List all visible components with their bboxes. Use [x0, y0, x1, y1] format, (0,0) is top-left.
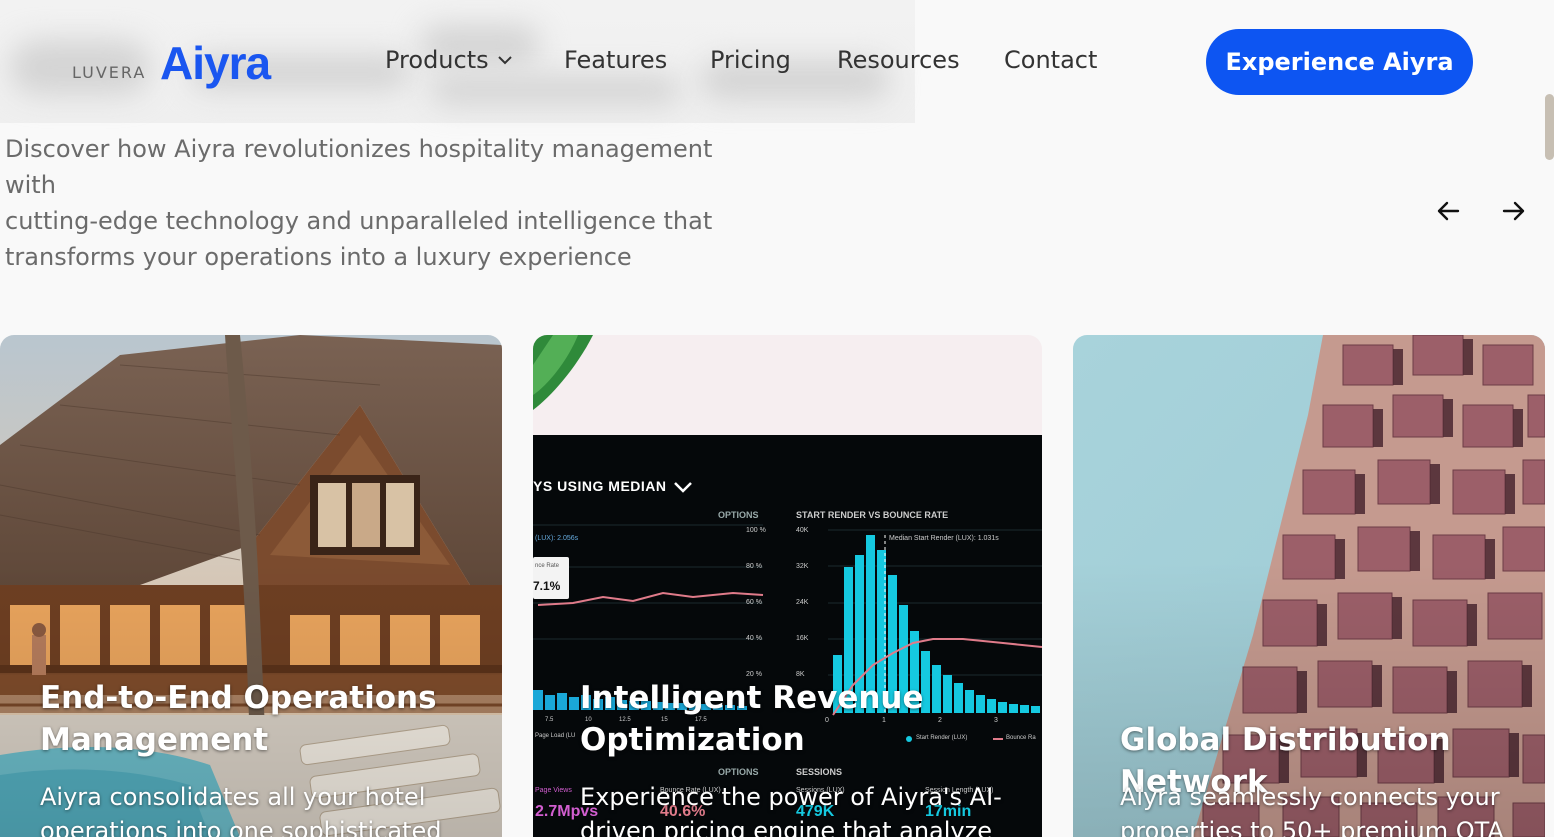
dashboard-options-2: OPTIONS: [718, 767, 759, 777]
carousel-next-button[interactable]: [1498, 195, 1530, 227]
scrollbar-thumb[interactable]: [1545, 94, 1554, 160]
dashboard-percent-tick: 100 %: [746, 527, 766, 534]
intro-line: cutting-edge technology and unparalleled…: [5, 207, 713, 235]
dashboard-median-label: Median Start Render (LUX): 1.031s: [889, 535, 999, 542]
dashboard-illustration: [533, 335, 1042, 837]
nav-features[interactable]: Features: [564, 46, 667, 74]
nav-pricing-label: Pricing: [710, 46, 791, 74]
nav-contact-label: Contact: [1004, 46, 1098, 74]
dashboard-percent-tick: 40 %: [746, 635, 762, 642]
card-text-line: Experience the power of Aiyra's AI-: [580, 783, 1002, 811]
feature-card-distribution[interactable]: Global Distribution Network Aiyra seamle…: [1073, 335, 1545, 837]
dashboard-legend-bounce: Bounce Ra: [1006, 735, 1036, 741]
dashboard-options: OPTIONS: [718, 510, 759, 520]
arrow-left-icon: [1437, 201, 1460, 221]
nav-resources-label: Resources: [837, 46, 960, 74]
nav-features-label: Features: [564, 46, 668, 74]
card-title-line: Optimization: [580, 722, 805, 758]
card-text-line: driven pricing engine that analyze: [580, 817, 992, 837]
dashboard-bounce-box-label: nce Rate: [535, 563, 560, 569]
card-description: Aiyra consolidates all your hotel operat…: [40, 780, 441, 837]
card-title-line: End-to-End Operations: [40, 680, 437, 716]
card-description: Aiyra seamlessly connects your propertie…: [1120, 780, 1504, 837]
dashboard-k-tick: 16K: [796, 635, 809, 642]
nav-products-label: Products: [385, 46, 489, 74]
card-overlay: [0, 335, 502, 837]
card-text-line: properties to 50+ premium OTA: [1120, 817, 1504, 837]
card-title: Intelligent Revenue Optimization: [580, 677, 924, 761]
dashboard-page-load-label: Page Load (LU: [535, 733, 576, 739]
dashboard-lower-tick: 7.5: [545, 717, 554, 723]
card-text-line: Aiyra consolidates all your hotel: [40, 783, 426, 811]
experience-aiyra-button[interactable]: Experience Aiyra: [1206, 29, 1473, 95]
dashboard-bounce-box-value: 7.1%: [533, 579, 561, 593]
carousel-prev-button[interactable]: [1432, 195, 1464, 227]
card-text-line: Aiyra seamlessly connects your: [1120, 783, 1500, 811]
dashboard-k-tick: 40K: [796, 527, 809, 534]
feature-card-operations[interactable]: End-to-End Operations Management Aiyra c…: [0, 335, 502, 837]
dashboard-legend-render: Start Render (LUX): [916, 735, 968, 741]
dashboard-x-tick: 2: [938, 717, 942, 724]
brand-logo[interactable]: Aiyra: [160, 36, 271, 90]
intro-line: transforms your operations into a luxury…: [5, 243, 632, 271]
dashboard-lux-label: (LUX): 2.056s: [535, 535, 579, 542]
intro-line: Discover how Aiyra revolutionizes hospit…: [5, 135, 713, 199]
dashboard-page-views-label: Page Views: [535, 787, 572, 794]
card-text-line: operations into one sophisticated: [40, 817, 442, 837]
dashboard-photo: YS USING MEDIAN OPTIONS START RENDER VS …: [533, 335, 1042, 837]
card-title: End-to-End Operations Management: [40, 677, 437, 761]
brand-sublogo: LUVERA: [72, 63, 147, 82]
arrow-right-icon: [1502, 201, 1525, 221]
dashboard-header: YS USING MEDIAN: [533, 478, 667, 494]
dashboard-x-tick: 3: [994, 717, 998, 724]
dashboard-k-tick: 24K: [796, 599, 809, 606]
dashboard-percent-tick: 60 %: [746, 599, 762, 606]
dashboard-k-tick: 32K: [796, 563, 809, 570]
intro-text: Discover how Aiyra revolutionizes hospit…: [5, 131, 765, 275]
nav-products[interactable]: Products: [385, 46, 513, 74]
nav-pricing[interactable]: Pricing: [710, 46, 791, 74]
dashboard-percent-tick: 80 %: [746, 563, 762, 570]
nav-contact[interactable]: Contact: [1004, 46, 1097, 74]
card-title-line: Intelligent Revenue: [580, 680, 924, 716]
card-description: Experience the power of Aiyra's AI- driv…: [580, 780, 1002, 837]
chevron-down-icon: [497, 55, 513, 65]
feature-card-revenue[interactable]: YS USING MEDIAN OPTIONS START RENDER VS …: [533, 335, 1042, 837]
card-title-line: Management: [40, 722, 269, 758]
nav-resources[interactable]: Resources: [837, 46, 960, 74]
dashboard-sessions-label: SESSIONS: [796, 767, 843, 777]
dashboard-panel-title: START RENDER VS BOUNCE RATE: [796, 510, 949, 520]
